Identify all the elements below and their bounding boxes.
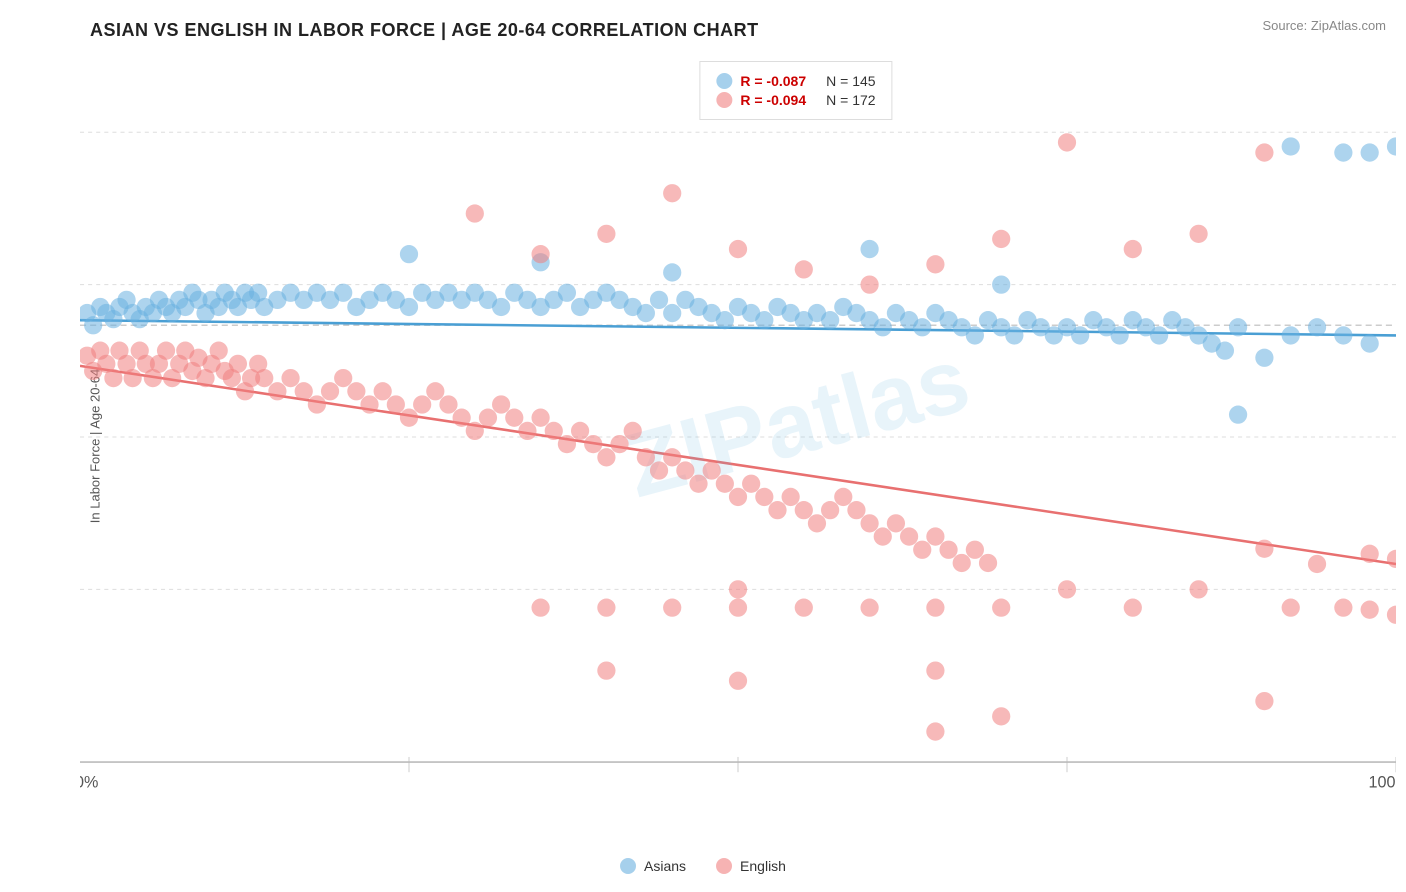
svg-text:0.0%: 0.0% (80, 773, 98, 791)
source-label: Source: ZipAtlas.com (1262, 18, 1386, 33)
svg-text:ZIPatlas: ZIPatlas (616, 328, 980, 517)
bottom-english-label: English (740, 858, 786, 874)
chart-container: ASIAN VS ENGLISH IN LABOR FORCE | AGE 20… (0, 0, 1406, 892)
asians-n-value: N = 145 (826, 73, 875, 89)
bottom-legend: Asians English (620, 858, 786, 874)
chart-title: ASIAN VS ENGLISH IN LABOR FORCE | AGE 20… (80, 20, 1396, 41)
bottom-legend-english: English (716, 858, 786, 874)
english-n-value: N = 172 (826, 92, 875, 108)
chart-area: R = -0.087 N = 145 R = -0.094 N = 172 10… (80, 51, 1396, 823)
asians-legend-dot (716, 73, 732, 89)
asians-r-value: R = -0.087 (740, 73, 806, 89)
bottom-asians-label: Asians (644, 858, 686, 874)
english-r-value: R = -0.094 (740, 92, 806, 108)
english-legend-dot (716, 92, 732, 108)
svg-text:100.0%: 100.0% (1369, 773, 1396, 791)
bottom-asians-dot (620, 858, 636, 874)
legend-row-asians: R = -0.087 N = 145 (716, 73, 875, 89)
bottom-english-dot (716, 858, 732, 874)
bottom-legend-asians: Asians (620, 858, 686, 874)
legend-box: R = -0.087 N = 145 R = -0.094 N = 172 (699, 61, 892, 120)
legend-row-english: R = -0.094 N = 172 (716, 92, 875, 108)
scatter-plot: 100.0% 85.0% 70.0% 55.0% ZIPatlas (80, 51, 1396, 823)
